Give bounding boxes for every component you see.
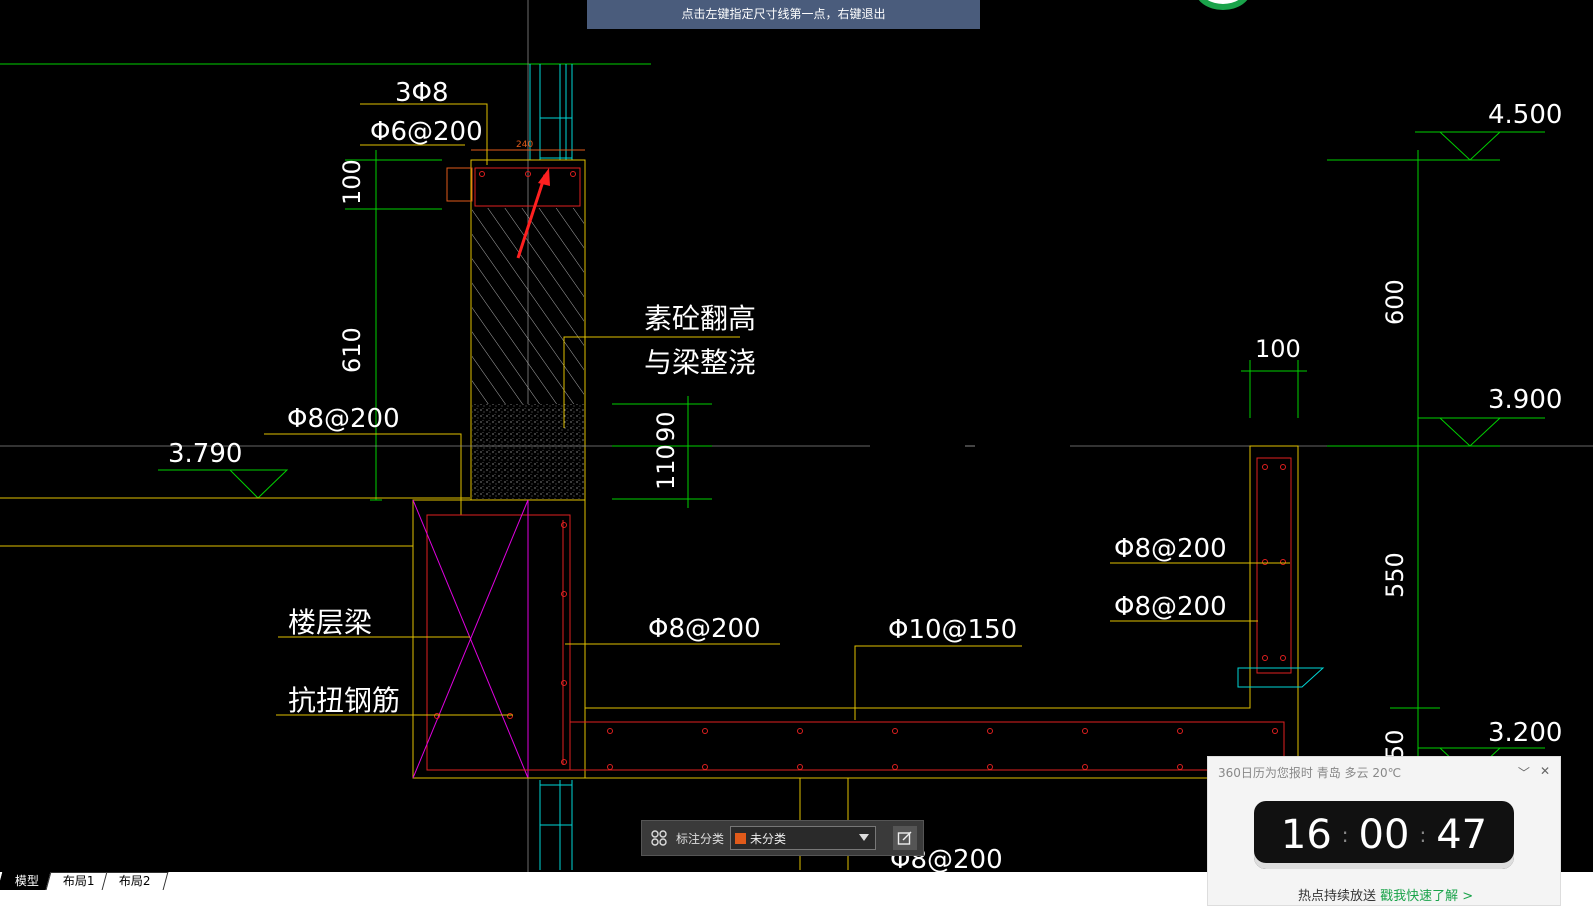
label-rebar-slab: Φ10@150 — [888, 615, 1017, 645]
dim-610: 610 — [338, 327, 366, 373]
clock-header: 360日历为您报时 青岛 多云 20℃ — [1218, 765, 1402, 780]
command-prompt: 点击左键指定尺寸线第一点，右键退出 — [587, 0, 980, 29]
clock-footer: 热点持续放送 戳我快速了解 > — [1298, 889, 1474, 904]
clock-popup: 360日历为您报时 青岛 多云 20℃ ﹀ ✕ 16 : 00 : 47 热点持… — [1207, 756, 1561, 906]
grid-icon[interactable] — [648, 827, 670, 849]
label-rebar-right-1: Φ8@200 — [1114, 534, 1227, 564]
label-torsion-bar: 抗扭钢筋 — [288, 684, 400, 717]
dim-600: 600 — [1381, 279, 1409, 325]
label-floor-beam: 楼层梁 — [288, 606, 372, 639]
dim-240-label: 240 — [516, 140, 533, 150]
note-line-2: 与梁整浇 — [644, 346, 756, 379]
footer-link[interactable]: 戳我快速了解 > — [1380, 889, 1473, 904]
dim-90: 90 — [652, 411, 680, 442]
clock-face: 16 : 00 : 47 — [1254, 801, 1514, 869]
chevron-down-icon — [859, 834, 870, 841]
label-3phi8: 3Φ8 — [395, 78, 449, 108]
close-icon[interactable]: ✕ — [1540, 764, 1550, 781]
edit-icon[interactable] — [893, 826, 917, 850]
category-selected-value: 未分类 — [750, 831, 787, 846]
annotation-category-label: 标注分类 — [676, 831, 725, 846]
category-color-swatch — [735, 832, 747, 844]
tab-layout2[interactable]: 布局2 — [101, 872, 168, 890]
annotation-toolbar: 标注分类 未分类 — [641, 820, 924, 856]
label-stirrup: Φ6@200 — [370, 117, 483, 147]
clock-minutes: 00 — [1358, 812, 1410, 858]
label-rebar-left-mid: Φ8@200 — [287, 404, 400, 434]
note-line-1: 素砼翻高 — [644, 302, 756, 335]
window-frame-top — [529, 64, 573, 160]
label-rebar-mid: Φ8@200 — [648, 614, 761, 644]
annotation-category-select[interactable]: 未分类 — [730, 826, 877, 850]
label-rebar-right-2: Φ8@200 — [1114, 592, 1227, 622]
elev-3790: 3.790 — [168, 439, 242, 469]
clock-seconds: 47 — [1436, 812, 1488, 858]
elev-3200: 3.200 — [1488, 718, 1562, 748]
dim-100-left: 100 — [338, 159, 366, 205]
chevron-down-icon[interactable]: ﹀ — [1518, 764, 1530, 781]
clock-hours: 16 — [1280, 812, 1332, 858]
dim-550: 550 — [1381, 552, 1409, 598]
elev-4500: 4.500 — [1488, 100, 1562, 130]
elev-3900: 3.900 — [1488, 385, 1562, 415]
dim-110: 110 — [652, 444, 680, 490]
dim-100-right: 100 — [1255, 335, 1301, 363]
